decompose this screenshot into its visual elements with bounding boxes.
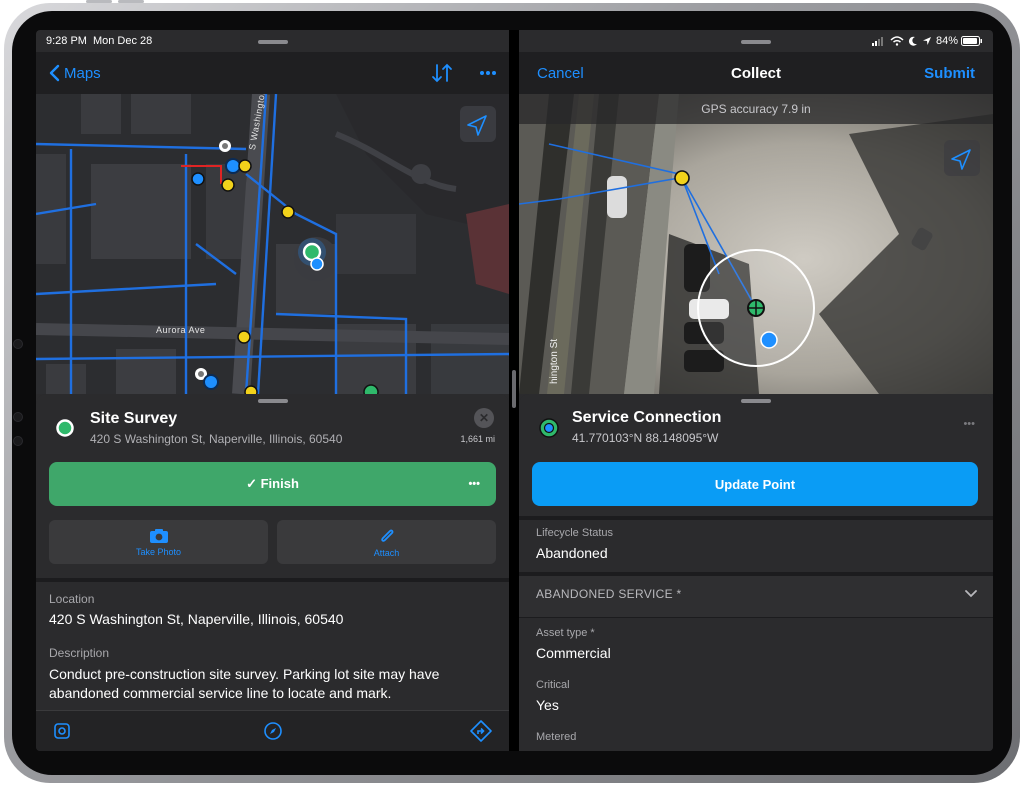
site-survey-pane: 9:28 PM Mon Dec 28 Maps S Washington St … (36, 30, 509, 751)
metered-label: Metered (536, 731, 577, 743)
signal-icon (871, 37, 883, 46)
directions-icon[interactable] (470, 720, 492, 742)
close-icon[interactable]: ✕ (474, 408, 494, 428)
asset-type-label: Asset type * (536, 627, 595, 639)
more-options-icon[interactable] (479, 70, 497, 76)
description-label: Description (49, 646, 110, 660)
multitask-grabber[interactable] (257, 40, 288, 44)
map-canvas (519, 94, 993, 394)
battery-percent: 84% (935, 35, 958, 47)
lifecycle-value: Abandoned (536, 545, 608, 561)
compass-icon[interactable] (263, 721, 283, 741)
cancel-button[interactable]: Cancel (537, 65, 584, 82)
collect-nav-bar: Cancel Collect Submit (519, 52, 993, 94)
critical-field[interactable]: Critical Yes (519, 671, 993, 721)
screen: 9:28 PM Mon Dec 28 Maps S Washington St … (36, 30, 993, 751)
hardware-button (118, 0, 144, 3)
sheet-grabber[interactable] (257, 399, 288, 403)
service-connection-icon (539, 418, 559, 438)
survey-point-icon (56, 419, 74, 437)
bottom-toolbar (36, 710, 509, 751)
scan-icon[interactable] (53, 722, 71, 740)
asset-type-field[interactable]: Asset type * Commercial (519, 619, 993, 669)
update-point-button[interactable]: Update Point (532, 462, 978, 506)
asset-type-value: Commercial (536, 645, 611, 661)
finish-label: ✓ Finish (246, 476, 299, 491)
take-photo-button[interactable]: Take Photo (49, 520, 268, 564)
location-value: 420 S Washington St, Naperville, Illinoi… (49, 611, 344, 627)
update-point-label: Update Point (714, 476, 796, 492)
paperclip-icon (380, 529, 393, 542)
section-title: ABANDONED SERVICE * (536, 587, 682, 601)
abandoned-service-section-header[interactable]: ABANDONED SERVICE * (519, 576, 993, 618)
finish-button[interactable]: ✓ Finish ••• (49, 462, 496, 506)
lifecycle-field[interactable]: Lifecycle Status Abandoned (519, 520, 993, 572)
service-connection-sheet: Service Connection 41.770103°N 88.148095… (519, 394, 993, 516)
critical-label: Critical (536, 679, 570, 691)
map-canvas (36, 94, 509, 394)
camera-dot (13, 436, 23, 446)
wifi-icon (890, 36, 904, 46)
status-time: 9:28 PM (46, 35, 87, 47)
nav-title: Collect (730, 64, 781, 82)
submit-button[interactable]: Submit (924, 65, 975, 82)
split-view-handle[interactable] (512, 370, 516, 408)
hardware-button (86, 0, 112, 3)
location-arrow-icon (922, 37, 931, 45)
more-options-icon[interactable]: ••• (963, 418, 975, 430)
camera-dot (13, 339, 23, 349)
back-label: Maps (64, 64, 101, 82)
critical-value: Yes (536, 697, 559, 713)
site-survey-sheet: Site Survey 420 S Washington St, Napervi… (36, 394, 509, 580)
camera-icon (149, 528, 168, 543)
sheet-address: 420 S Washington St, Naperville, Illinoi… (90, 432, 343, 446)
asset-fields: Asset type * Commercial Critical Yes Met… (519, 619, 993, 751)
sheet-grabber[interactable] (741, 399, 771, 403)
sort-arrows-icon[interactable] (431, 63, 453, 83)
dark-street-map[interactable]: S Washington St Aurora Ave (36, 94, 509, 394)
more-options-icon[interactable]: ••• (468, 478, 480, 490)
sheet-title: Site Survey (90, 410, 178, 427)
distance: 1,661 mi (460, 434, 495, 444)
camera-dot (13, 412, 23, 422)
gps-accuracy-banner: GPS accuracy 7.9 in (519, 94, 993, 124)
street-label: hington St (549, 338, 560, 384)
sheet-title: Service Connection (572, 409, 722, 426)
details-section: Location 420 S Washington St, Naperville… (36, 582, 509, 710)
battery-icon (961, 36, 982, 46)
attach-button[interactable]: Attach (277, 520, 496, 564)
imagery-map[interactable]: GPS accuracy 7.9 in hington St (519, 94, 993, 394)
attach-label: Attach (373, 547, 400, 558)
moon-icon (908, 36, 917, 46)
lifecycle-label: Lifecycle Status (536, 527, 614, 539)
back-to-maps-button[interactable]: Maps (48, 64, 101, 82)
description-value: Conduct pre-construction site survey. Pa… (49, 666, 440, 701)
chevron-down-icon (965, 590, 977, 598)
coordinates: 41.770103°N 88.148095°W (572, 431, 719, 445)
chevron-left-icon (49, 64, 60, 82)
multitask-grabber[interactable] (741, 40, 771, 44)
take-photo-label: Take Photo (135, 546, 182, 557)
location-label: Location (49, 592, 95, 606)
metered-field[interactable]: Metered (519, 723, 993, 751)
left-nav-bar: Maps (36, 52, 509, 94)
street-label: Aurora Ave (156, 325, 206, 335)
status-date: Mon Dec 28 (92, 35, 153, 47)
collect-pane: 84% Cancel Collect Submit GPS accuracy 7… (519, 30, 993, 751)
